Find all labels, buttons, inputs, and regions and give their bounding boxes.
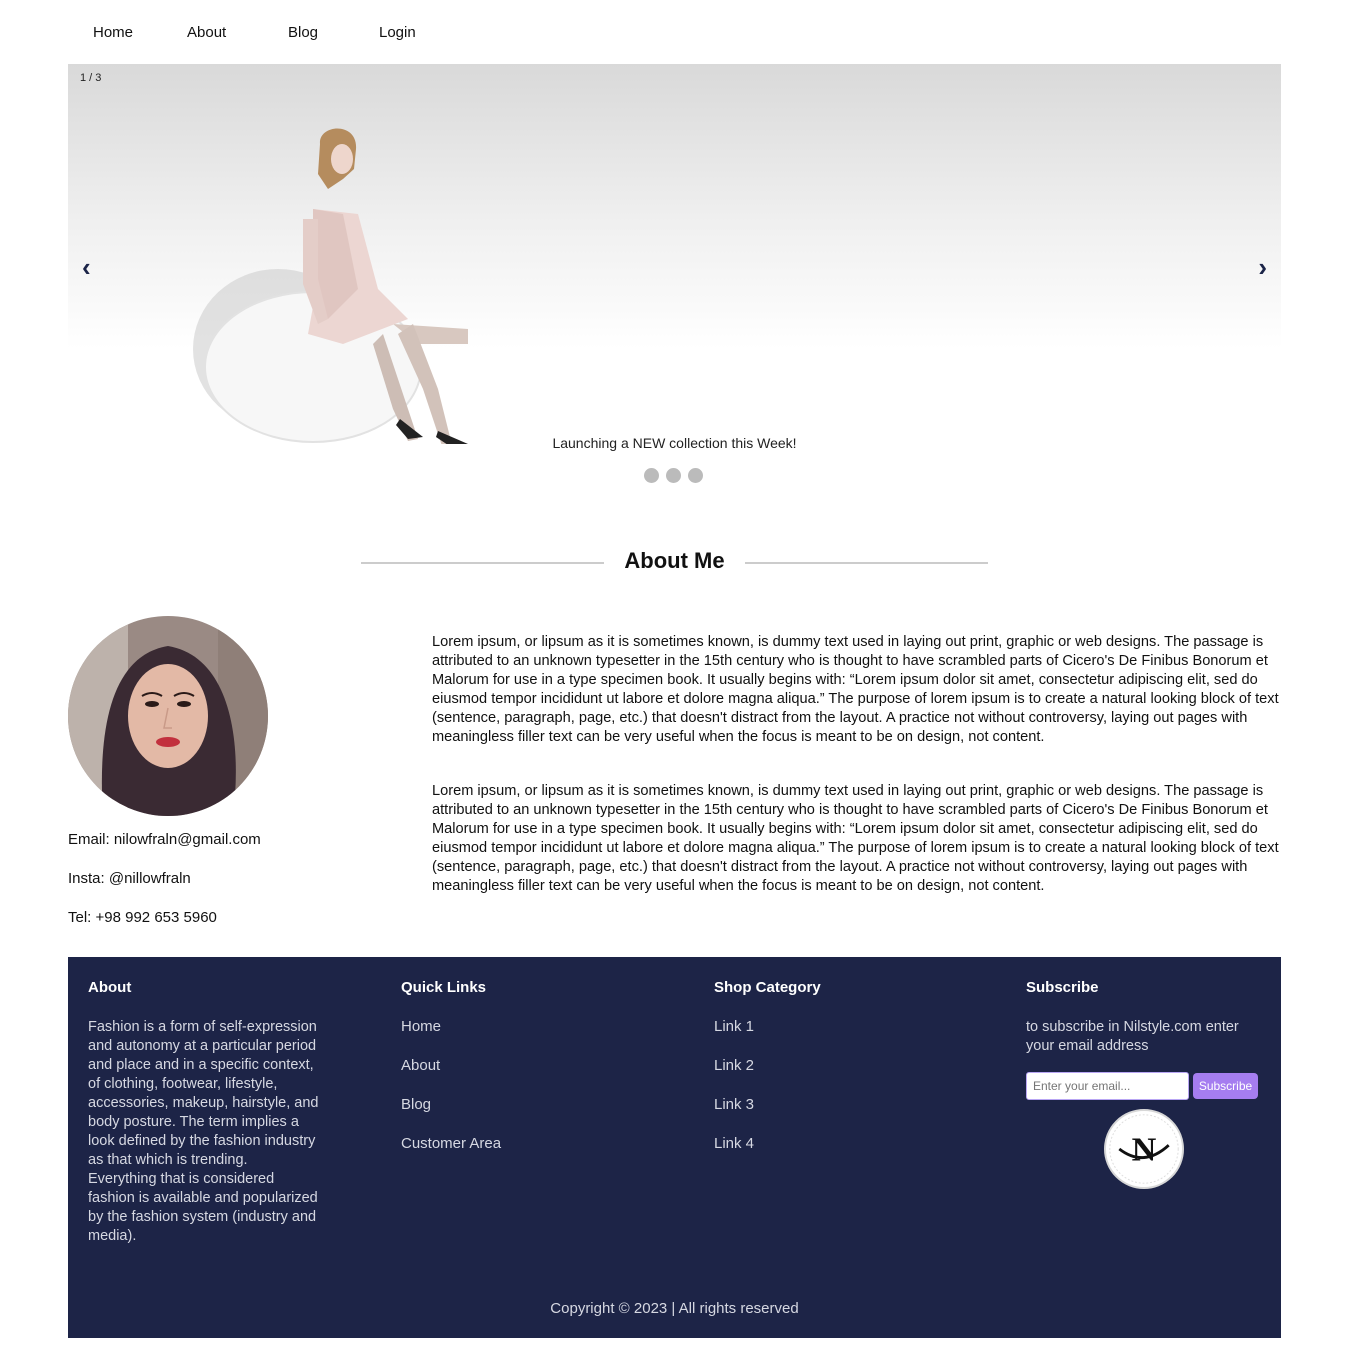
footer-shop-link-3[interactable]: Link 3: [714, 1096, 821, 1115]
contact-tel: Tel: +98 992 653 5960: [68, 909, 217, 926]
footer-subscribe-title: Subscribe: [1026, 979, 1099, 996]
slider-dot-1[interactable]: [644, 468, 659, 483]
nav-about[interactable]: About: [187, 24, 226, 41]
footer-shop-link-1[interactable]: Link 1: [714, 1018, 821, 1037]
footer-link-blog[interactable]: Blog: [401, 1096, 501, 1115]
slide-counter: 1 / 3: [80, 72, 102, 84]
slider-dot-3[interactable]: [688, 468, 703, 483]
footer-link-customer-area[interactable]: Customer Area: [401, 1135, 501, 1154]
footer-subscribe-col: Subscribe to subscribe in Nilstyle.com e…: [1026, 979, 1266, 1100]
brand-logo: N: [1104, 1109, 1184, 1189]
slide-caption: Launching a NEW collection this Week!: [552, 435, 797, 451]
footer-quick-links-col: Quick Links Home About Blog Customer Are…: [401, 979, 501, 1174]
slider-dot-2[interactable]: [666, 468, 681, 483]
about-paragraph-2: Lorem ipsum, or lipsum as it is sometime…: [432, 783, 1279, 894]
logo-letter: N: [1132, 1131, 1157, 1168]
subscribe-email-input[interactable]: [1026, 1072, 1189, 1100]
slider-dots: [644, 468, 703, 483]
site-footer: About Fashion is a form of self-expressi…: [68, 957, 1281, 1338]
nav-home[interactable]: Home: [93, 24, 133, 41]
heading-divider-right: [745, 562, 988, 564]
footer-link-about[interactable]: About: [401, 1057, 501, 1076]
about-title: About Me: [624, 548, 725, 573]
footer-shop-title: Shop Category: [714, 979, 821, 996]
nav-blog[interactable]: Blog: [288, 24, 318, 41]
nav-login[interactable]: Login: [379, 24, 416, 41]
footer-about-col: About Fashion is a form of self-expressi…: [88, 979, 320, 1246]
copyright-text: Copyright © 2023 | All rights reserved: [550, 1300, 799, 1317]
contact-email: Email: nilowfraln@gmail.com: [68, 831, 261, 848]
about-heading: About Me: [361, 548, 988, 578]
footer-shop-col: Shop Category Link 1 Link 2 Link 3 Link …: [714, 979, 821, 1174]
subscribe-button[interactable]: Subscribe: [1193, 1073, 1258, 1099]
slider-next-button[interactable]: ›: [1258, 254, 1267, 280]
subscribe-description: to subscribe in Nilstyle.com enter your …: [1026, 1019, 1239, 1054]
footer-about-text: Fashion is a form of self-expression and…: [88, 1019, 319, 1244]
fashion-model-image: [193, 128, 468, 444]
footer-shop-link-2[interactable]: Link 2: [714, 1057, 821, 1076]
about-paragraph-1: Lorem ipsum, or lipsum as it is sometime…: [432, 634, 1279, 745]
contact-insta: Insta: @nillowfraln: [68, 870, 191, 887]
slider-prev-button[interactable]: ‹: [82, 254, 91, 280]
footer-shop-link-4[interactable]: Link 4: [714, 1135, 821, 1154]
top-nav: Home About Blog Login: [68, 0, 1281, 64]
profile-avatar: [68, 616, 268, 816]
footer-link-home[interactable]: Home: [401, 1018, 501, 1037]
footer-about-title: About: [88, 979, 132, 996]
footer-quick-title: Quick Links: [401, 979, 487, 996]
hero-slider: 1 / 3 ‹ ›: [68, 64, 1281, 444]
subscribe-form: Subscribe: [1026, 1072, 1266, 1100]
